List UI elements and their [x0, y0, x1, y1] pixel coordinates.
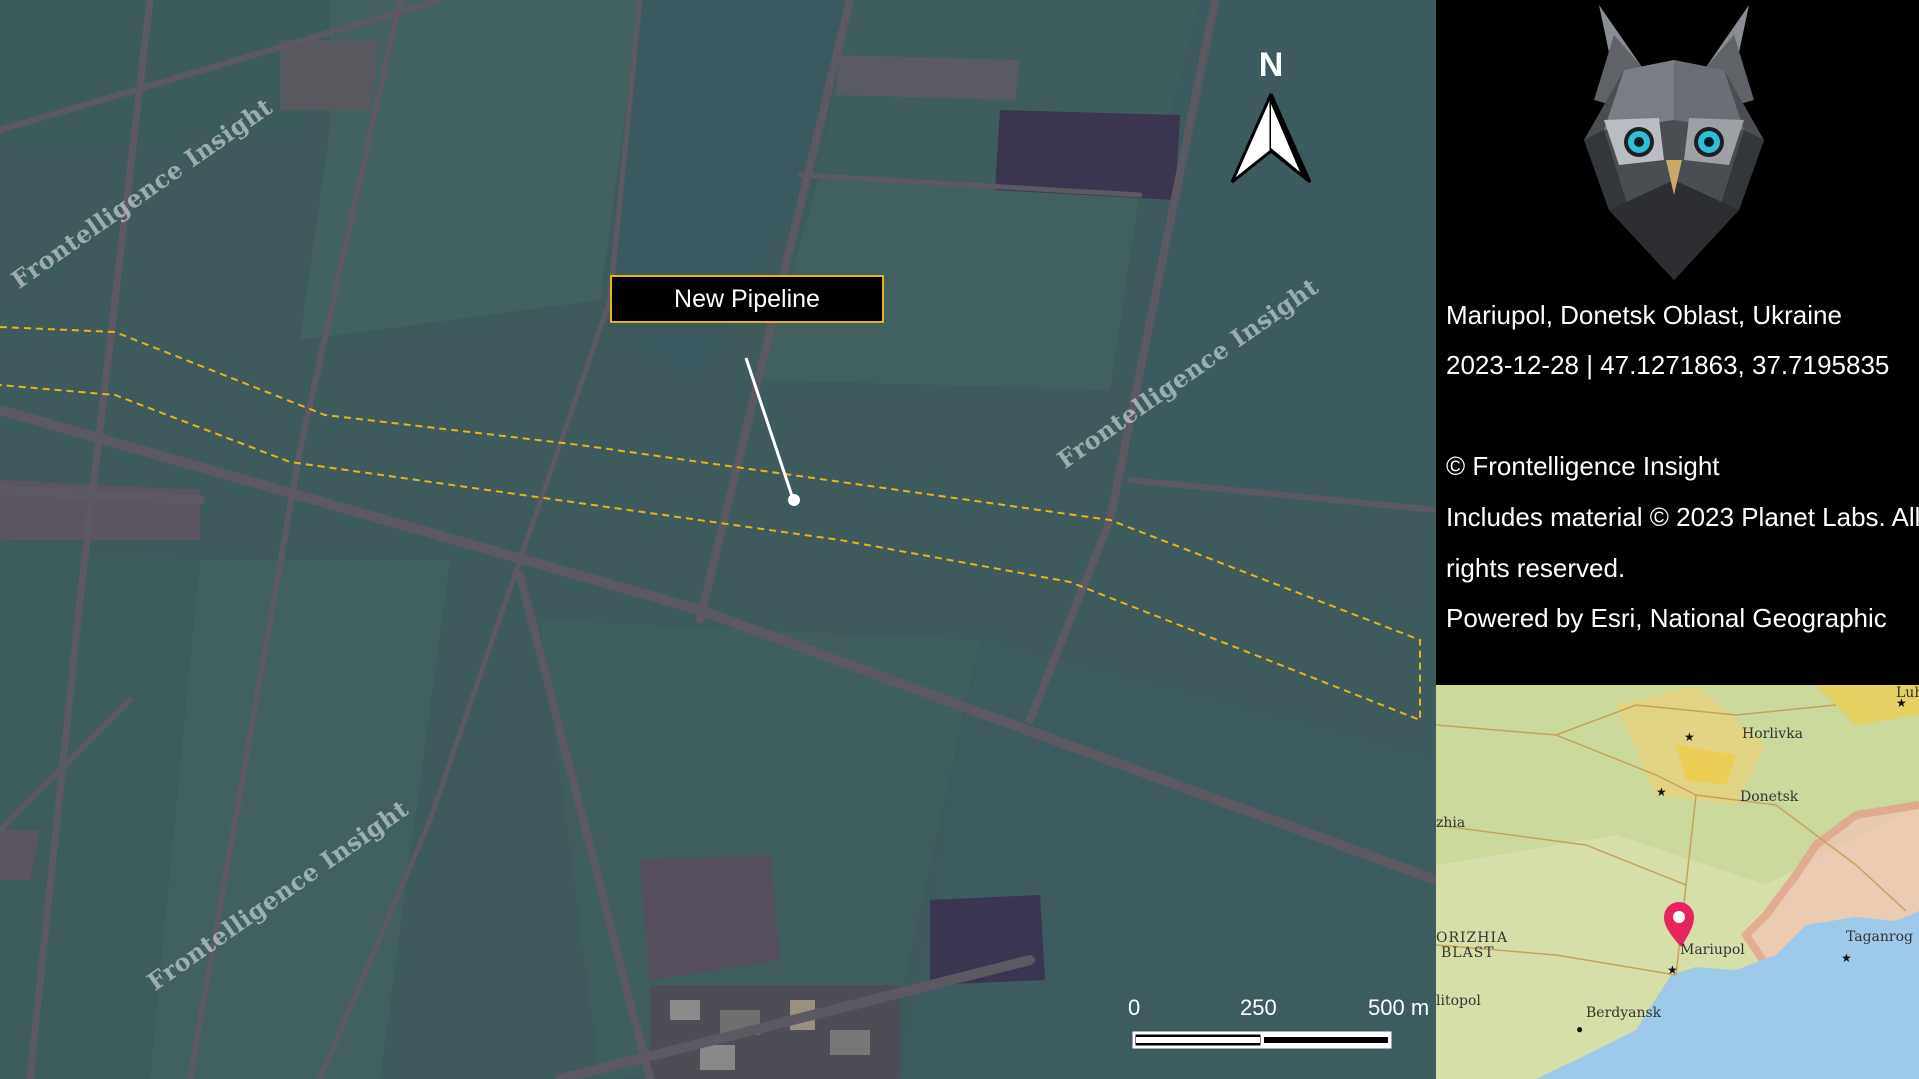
inset-locator-map[interactable]: ★ ★ ★ ★ ● ★ Horlivka Donetsk Mariupol Ta…: [1436, 685, 1919, 1079]
satellite-imagery: [0, 0, 1436, 1079]
material-credit-line-2: rights reserved.: [1446, 553, 1626, 583]
svg-text:★: ★: [1684, 730, 1695, 744]
satellite-map[interactable]: Frontelligence Insight Frontelligence In…: [0, 0, 1436, 1079]
city-label-luh: Luh: [1896, 685, 1919, 701]
north-arrow: N: [1226, 46, 1316, 186]
city-label-donetsk: Donetsk: [1740, 789, 1799, 805]
region-label-zhia: zhia: [1436, 815, 1466, 831]
svg-text:★: ★: [1841, 951, 1852, 965]
inset-map-graphic: ★ ★ ★ ★ ● ★: [1436, 685, 1919, 1079]
callout-text: New Pipeline: [674, 284, 820, 313]
city-label-litopol: litopol: [1436, 993, 1481, 1009]
svg-text:●: ●: [1576, 1022, 1583, 1036]
scale-bar: 0 250 500 m: [1124, 995, 1436, 1055]
copyright-text: © Frontelligence Insight: [1446, 451, 1720, 481]
city-label-mariupol: Mariupol: [1680, 942, 1745, 958]
region-label-orizhia: ORIZHIA: [1436, 930, 1509, 946]
north-arrow-icon: [1230, 93, 1312, 184]
svg-text:★: ★: [1656, 785, 1667, 799]
material-credit-line-1: Includes material © 2023 Planet Labs. Al…: [1446, 502, 1919, 532]
new-pipeline-label: New Pipeline: [610, 275, 884, 323]
scale-bar-graphic: [1132, 1031, 1392, 1049]
city-label-taganrog: Taganrog: [1846, 929, 1914, 945]
owl-logo: [1584, 5, 1764, 280]
callout-pointer-dot: [788, 494, 800, 506]
city-label-berdyansk: Berdyansk: [1586, 1005, 1662, 1021]
city-label-horlivka: Horlivka: [1742, 726, 1804, 742]
date-coordinates-text: 2023-12-28 | 47.1271863, 37.7195835: [1446, 350, 1890, 380]
svg-text:★: ★: [1667, 963, 1678, 977]
location-text: Mariupol, Donetsk Oblast, Ukraine: [1446, 300, 1842, 330]
powered-by-text: Powered by Esri, National Geographic: [1446, 603, 1887, 633]
region-label-blast: BLAST: [1441, 945, 1495, 961]
info-panel: Mariupol, Donetsk Oblast, Ukraine 2023-1…: [1436, 0, 1919, 685]
